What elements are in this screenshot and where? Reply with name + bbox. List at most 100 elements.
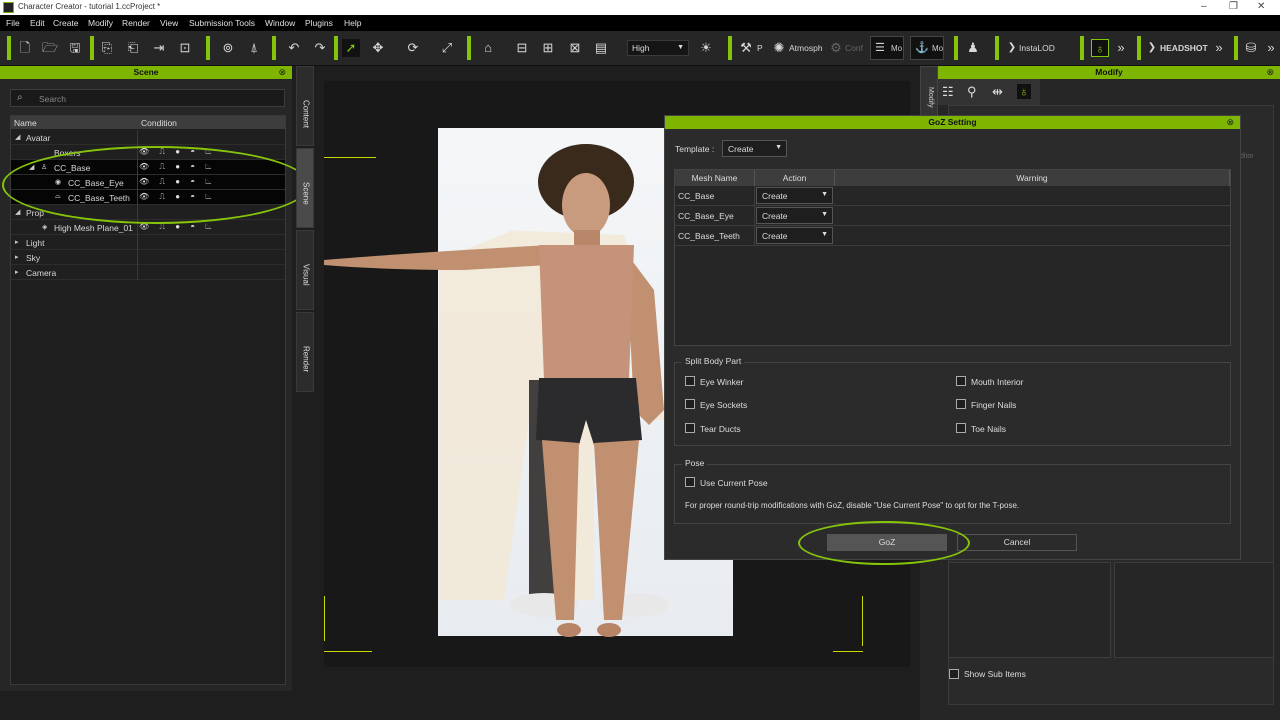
align-icon[interactable]: ⊟: [513, 39, 531, 57]
goz-icon[interactable]: ♁: [1091, 39, 1109, 57]
frame-icon[interactable]: ⊠: [566, 39, 584, 57]
menu-modify[interactable]: Modify: [88, 18, 113, 28]
close-icon[interactable]: ⊗: [278, 67, 286, 78]
import-icon[interactable]: ⎘: [98, 39, 116, 57]
quality-value: High: [632, 43, 650, 53]
menu-edit[interactable]: Edit: [30, 18, 45, 28]
menu-help[interactable]: Help: [344, 18, 361, 28]
scene-panel-header: Scene: [0, 66, 292, 79]
maximize-button[interactable]: ❐: [1229, 1, 1238, 12]
close-icon[interactable]: ⊗: [1266, 67, 1274, 78]
mouth-interior-checkbox[interactable]: [956, 376, 966, 386]
show-sub-items-checkbox[interactable]: [949, 669, 959, 679]
search-input[interactable]: ⌕ Search: [10, 89, 285, 107]
expand-icon[interactable]: ◢: [15, 133, 20, 141]
tear-ducts-checkbox[interactable]: [685, 423, 695, 433]
move-icon[interactable]: ✥: [369, 39, 387, 57]
conf-label[interactable]: Conf: [845, 43, 863, 53]
person-icon[interactable]: ♟: [964, 39, 982, 57]
fit-icon[interactable]: ⊞: [539, 39, 557, 57]
send-icon[interactable]: ⇥: [150, 39, 168, 57]
mo2-button[interactable]: ⚓ Mo: [910, 36, 944, 60]
action-select[interactable]: Create ▼: [756, 187, 833, 204]
menu-render[interactable]: Render: [122, 18, 150, 28]
right-leg: [594, 440, 639, 620]
rotate-icon[interactable]: ⟳: [404, 39, 422, 57]
expand-icon[interactable]: ▸: [15, 238, 19, 246]
reset-view-icon[interactable]: ⊚: [219, 39, 237, 57]
home-icon[interactable]: ⌂: [479, 39, 497, 57]
menu-submission-tools[interactable]: Submission Tools: [189, 18, 255, 28]
expand-more-icon-2[interactable]: »: [1210, 39, 1228, 57]
menu-window[interactable]: Window: [265, 18, 295, 28]
motion-icon[interactable]: ⚲: [967, 84, 977, 100]
tab-content[interactable]: Content: [296, 66, 314, 146]
screen-icon[interactable]: ⊡: [176, 39, 194, 57]
use-current-pose-checkbox[interactable]: [685, 477, 695, 487]
tab-scene[interactable]: Scene: [296, 148, 314, 228]
empty-box: [948, 562, 1111, 658]
expand-more-icon[interactable]: »: [1112, 39, 1130, 57]
mo-button[interactable]: ☰ Mo: [870, 36, 904, 60]
column-condition[interactable]: Condition: [141, 118, 177, 128]
undo-icon[interactable]: ↶: [285, 39, 303, 57]
instalod-label[interactable]: InstaLOD: [1019, 43, 1055, 53]
character-model[interactable]: [324, 140, 674, 650]
toe-nails-checkbox[interactable]: [956, 423, 966, 433]
main-toolbar: 🗋 🗁 🖫 ⎘ ⎗ ⇥ ⊡ ⊚ ⍋ ↶ ↷ ➚ ✥ ⟳ ⤢ ⌂ ⊟ ⊞ ⊠ ▤ …: [0, 31, 1280, 66]
minimize-button[interactable]: –: [1201, 1, 1207, 12]
p-label[interactable]: P: [757, 43, 763, 53]
column-name[interactable]: Name: [14, 118, 37, 128]
expand-icon[interactable]: ▸: [15, 253, 19, 261]
new-file-icon[interactable]: 🗋: [16, 39, 34, 57]
expand-more-icon-3[interactable]: »: [1262, 39, 1280, 57]
split-body-part-title: Split Body Part: [682, 356, 745, 366]
toolbar-separator: [1080, 36, 1084, 60]
menu-create[interactable]: Create: [53, 18, 79, 28]
pose-icon[interactable]: ⍋: [245, 39, 263, 57]
tree-row-sky[interactable]: ▸ Sky: [11, 250, 285, 265]
menu-plugins[interactable]: Plugins: [305, 18, 333, 28]
close-window-button[interactable]: ✕: [1257, 1, 1265, 12]
quality-select[interactable]: High ▼: [627, 40, 689, 56]
save-icon[interactable]: 🖫: [66, 39, 84, 57]
split-body-part-group: [674, 362, 1231, 446]
align-joint-icon[interactable]: ⇹: [992, 84, 1003, 100]
atmosphere-icon[interactable]: ✺: [770, 39, 788, 57]
tab-visual[interactable]: Visual: [296, 230, 314, 310]
plugin-icon[interactable]: ⛁: [1242, 39, 1260, 57]
headshot-icon[interactable]: ❯: [1143, 39, 1161, 57]
guide-line: [862, 596, 863, 646]
redo-icon[interactable]: ↷: [311, 39, 329, 57]
eye-winker-checkbox[interactable]: [685, 376, 695, 386]
cancel-button[interactable]: Cancel: [957, 534, 1077, 551]
menu-file[interactable]: File: [6, 18, 20, 28]
expand-icon[interactable]: ▸: [15, 268, 19, 276]
action-select[interactable]: Create ▼: [756, 227, 833, 244]
eye-sockets-checkbox[interactable]: [685, 399, 695, 409]
template-select[interactable]: Create ▼: [722, 140, 787, 157]
tree-row-camera[interactable]: ▸ Camera: [11, 265, 285, 280]
tab-label: Visual: [301, 264, 311, 286]
tab-render[interactable]: Render: [296, 312, 314, 392]
expand-icon[interactable]: ◢: [15, 208, 20, 216]
finger-nails-checkbox[interactable]: [956, 399, 966, 409]
action-select[interactable]: Create ▼: [756, 207, 833, 224]
tree-row-label: Camera: [26, 268, 57, 278]
atmosphere-label[interactable]: Atmosph: [789, 43, 823, 53]
tree-row-light[interactable]: ▸ Light: [11, 235, 285, 250]
physics-icon[interactable]: ⚒: [737, 39, 755, 57]
layers-icon[interactable]: ▤: [592, 39, 610, 57]
goz-icon[interactable]: ♁: [1017, 84, 1031, 99]
menu-view[interactable]: View: [160, 18, 178, 28]
scale-icon[interactable]: ⤢: [438, 39, 456, 57]
tree-row-avatar[interactable]: ◢ Avatar: [11, 130, 285, 145]
close-icon[interactable]: ⊗: [1226, 117, 1234, 128]
select-arrow-icon[interactable]: ➚: [342, 39, 360, 57]
export-icon[interactable]: ⎗: [124, 39, 142, 57]
headshot-label[interactable]: HEADSHOT: [1160, 43, 1208, 53]
conf-icon[interactable]: ⚙: [827, 39, 845, 57]
light-icon[interactable]: ☀: [697, 39, 715, 57]
sliders-icon[interactable]: ☷: [942, 84, 954, 100]
open-folder-icon[interactable]: 🗁: [41, 39, 59, 57]
